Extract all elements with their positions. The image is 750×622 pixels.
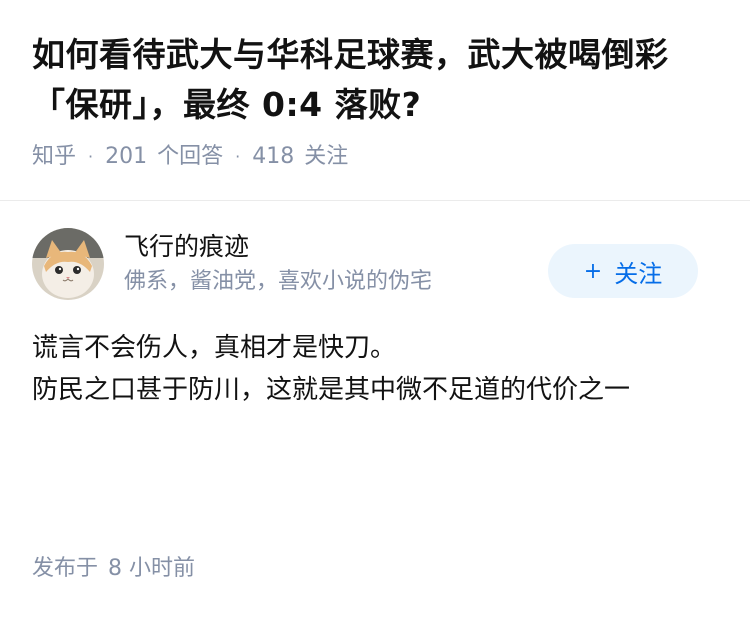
answer-page: 如何看待武大与华科足球赛，武大被喝倒彩 「保研」，最终 0:4 落败? 知乎 ·… — [0, 0, 750, 622]
author-row: 飞行的痕迹 佛系，酱油党，喜欢小说的伪宅 + 关注 — [32, 201, 718, 327]
meta-separator: · — [88, 147, 94, 166]
author-info: 飞行的痕迹 佛系，酱油党，喜欢小说的伪宅 — [124, 230, 432, 298]
plus-icon: + — [583, 258, 603, 284]
follower-count-label: 关注 — [304, 144, 349, 169]
meta-separator: · — [235, 147, 241, 166]
answer-count-label: 个回答 — [157, 144, 224, 169]
answer-count: 201 — [105, 144, 148, 169]
author-bio: 佛系，酱油党，喜欢小说的伪宅 — [124, 269, 433, 294]
question-title[interactable]: 如何看待武大与华科足球赛，武大被喝倒彩 「保研」，最终 0:4 落败? — [32, 30, 718, 130]
published-time: 8 小时前 — [108, 556, 196, 581]
question-header: 如何看待武大与华科足球赛，武大被喝倒彩 「保研」，最终 0:4 落败? 知乎 ·… — [0, 0, 750, 200]
question-title-line-1: 如何看待武大与华科足球赛，武大被喝倒彩 — [32, 35, 669, 74]
answer-body: 谎言不会伤人，真相才是快刀。 防民之口甚于防川，这就是其中微不足道的代价之一 — [32, 327, 718, 411]
answer-footer: 发布于 8 小时前 — [32, 552, 195, 586]
answer-paragraph: 防民之口甚于防川，这就是其中微不足道的代价之一 — [32, 375, 631, 405]
cat-avatar-icon[interactable] — [32, 228, 104, 300]
follow-button[interactable]: + 关注 — [548, 244, 698, 298]
published-label: 发布于 — [32, 556, 99, 581]
answer-card: 飞行的痕迹 佛系，酱油党，喜欢小说的伪宅 + 关注 谎言不会伤人，真相才是快刀。… — [0, 201, 750, 411]
author-name[interactable]: 飞行的痕迹 — [124, 230, 432, 264]
answer-paragraph: 谎言不会伤人，真相才是快刀。 — [32, 333, 397, 363]
question-meta: 知乎 · 201 个回答 · 418 关注 — [32, 140, 718, 174]
source-label[interactable]: 知乎 — [32, 140, 76, 174]
follow-button-label: 关注 — [614, 259, 663, 288]
question-title-line-2: 「保研」，最终 0:4 落败? — [32, 85, 422, 124]
follower-count: 418 — [252, 144, 295, 169]
